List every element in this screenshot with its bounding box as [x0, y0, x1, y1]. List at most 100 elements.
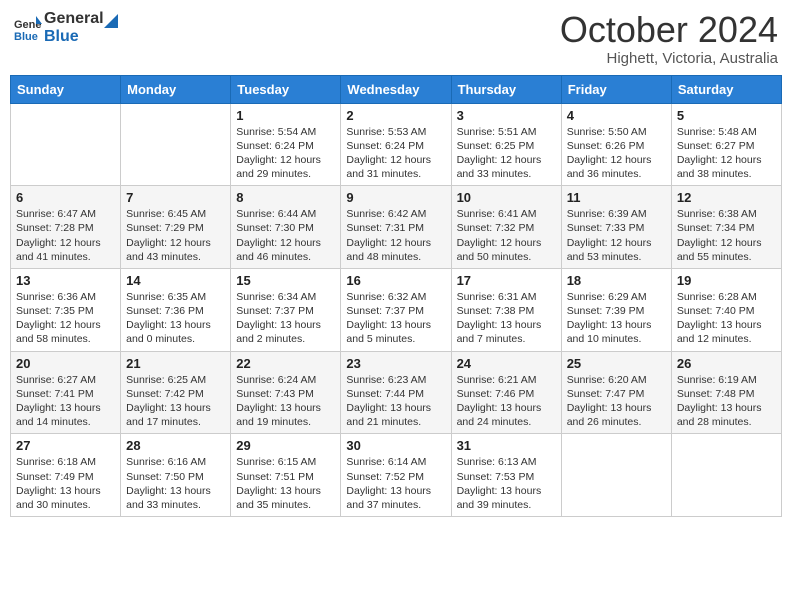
day-info: Sunrise: 6:44 AM Sunset: 7:30 PM Dayligh… — [236, 207, 335, 264]
day-cell: 8 Sunrise: 6:44 AM Sunset: 7:30 PM Daylig… — [231, 186, 341, 269]
day-cell — [121, 103, 231, 186]
day-info: Sunrise: 6:31 AM Sunset: 7:38 PM Dayligh… — [457, 290, 556, 347]
week-row-2: 6 Sunrise: 6:47 AM Sunset: 7:28 PM Daylig… — [11, 186, 782, 269]
day-number: 30 — [346, 438, 445, 453]
day-number: 17 — [457, 273, 556, 288]
day-cell: 5 Sunrise: 5:48 AM Sunset: 6:27 PM Daylig… — [671, 103, 781, 186]
weekday-header-thursday: Thursday — [451, 75, 561, 103]
week-row-1: 1Sunrise: 5:54 AM Sunset: 6:24 PM Daylig… — [11, 103, 782, 186]
day-cell: 7 Sunrise: 6:45 AM Sunset: 7:29 PM Daylig… — [121, 186, 231, 269]
day-cell: 24 Sunrise: 6:21 AM Sunset: 7:46 PM Dayli… — [451, 351, 561, 434]
week-row-4: 20Sunrise: 6:27 AM Sunset: 7:41 PM Dayli… — [11, 351, 782, 434]
day-cell: 10 Sunrise: 6:41 AM Sunset: 7:32 PM Dayli… — [451, 186, 561, 269]
day-info: Sunrise: 5:53 AM Sunset: 6:24 PM Dayligh… — [346, 125, 445, 182]
day-number: 10 — [457, 190, 556, 205]
day-number: 18 — [567, 273, 666, 288]
day-info: Sunrise: 6:47 AM Sunset: 7:28 PM Dayligh… — [16, 207, 115, 264]
day-number: 7 — [126, 190, 225, 205]
day-info: Sunrise: 6:29 AM Sunset: 7:39 PM Dayligh… — [567, 290, 666, 347]
day-info: Sunrise: 6:18 AM Sunset: 7:49 PM Dayligh… — [16, 455, 115, 512]
day-cell — [561, 434, 671, 517]
month-title: October 2024 — [560, 10, 778, 50]
logo-blue: Blue — [44, 28, 104, 46]
day-number: 13 — [16, 273, 115, 288]
day-number: 23 — [346, 356, 445, 371]
logo-icon: General Blue — [14, 14, 42, 42]
weekday-header-wednesday: Wednesday — [341, 75, 451, 103]
day-info: Sunrise: 6:41 AM Sunset: 7:32 PM Dayligh… — [457, 207, 556, 264]
weekday-header-sunday: Sunday — [11, 75, 121, 103]
day-number: 27 — [16, 438, 115, 453]
day-cell: 16Sunrise: 6:32 AM Sunset: 7:37 PM Dayli… — [341, 268, 451, 351]
day-info: Sunrise: 6:25 AM Sunset: 7:42 PM Dayligh… — [126, 373, 225, 430]
day-cell: 17 Sunrise: 6:31 AM Sunset: 7:38 PM Dayli… — [451, 268, 561, 351]
day-number: 22 — [236, 356, 335, 371]
title-block: October 2024 Highett, Victoria, Australi… — [560, 10, 778, 67]
svg-text:Blue: Blue — [14, 31, 38, 42]
day-cell: 1Sunrise: 5:54 AM Sunset: 6:24 PM Daylig… — [231, 103, 341, 186]
day-cell: 22 Sunrise: 6:24 AM Sunset: 7:43 PM Dayli… — [231, 351, 341, 434]
day-info: Sunrise: 6:34 AM Sunset: 7:37 PM Dayligh… — [236, 290, 335, 347]
day-info: Sunrise: 6:38 AM Sunset: 7:34 PM Dayligh… — [677, 207, 776, 264]
day-number: 15 — [236, 273, 335, 288]
day-cell: 30 Sunrise: 6:14 AM Sunset: 7:52 PM Dayli… — [341, 434, 451, 517]
location-subtitle: Highett, Victoria, Australia — [560, 50, 778, 67]
calendar-table: SundayMondayTuesdayWednesdayThursdayFrid… — [10, 75, 782, 517]
day-number: 25 — [567, 356, 666, 371]
day-number: 11 — [567, 190, 666, 205]
day-info: Sunrise: 6:42 AM Sunset: 7:31 PM Dayligh… — [346, 207, 445, 264]
page-header: General Blue General Blue October 2024 H… — [10, 10, 782, 67]
day-info: Sunrise: 6:21 AM Sunset: 7:46 PM Dayligh… — [457, 373, 556, 430]
day-info: Sunrise: 5:48 AM Sunset: 6:27 PM Dayligh… — [677, 125, 776, 182]
day-cell — [671, 434, 781, 517]
day-cell: 20Sunrise: 6:27 AM Sunset: 7:41 PM Dayli… — [11, 351, 121, 434]
day-cell: 6 Sunrise: 6:47 AM Sunset: 7:28 PM Daylig… — [11, 186, 121, 269]
day-number: 31 — [457, 438, 556, 453]
day-cell: 18 Sunrise: 6:29 AM Sunset: 7:39 PM Dayli… — [561, 268, 671, 351]
day-cell: 13 Sunrise: 6:36 AM Sunset: 7:35 PM Dayli… — [11, 268, 121, 351]
week-row-5: 27 Sunrise: 6:18 AM Sunset: 7:49 PM Dayli… — [11, 434, 782, 517]
day-number: 3 — [457, 108, 556, 123]
day-info: Sunrise: 6:14 AM Sunset: 7:52 PM Dayligh… — [346, 455, 445, 512]
logo: General Blue General Blue — [14, 10, 118, 45]
day-info: Sunrise: 6:24 AM Sunset: 7:43 PM Dayligh… — [236, 373, 335, 430]
day-cell: 15 Sunrise: 6:34 AM Sunset: 7:37 PM Dayli… — [231, 268, 341, 351]
day-number: 5 — [677, 108, 776, 123]
day-number: 6 — [16, 190, 115, 205]
day-number: 8 — [236, 190, 335, 205]
day-cell: 4Sunrise: 5:50 AM Sunset: 6:26 PM Daylig… — [561, 103, 671, 186]
weekday-header-friday: Friday — [561, 75, 671, 103]
day-info: Sunrise: 6:27 AM Sunset: 7:41 PM Dayligh… — [16, 373, 115, 430]
day-number: 14 — [126, 273, 225, 288]
day-cell: 3Sunrise: 5:51 AM Sunset: 6:25 PM Daylig… — [451, 103, 561, 186]
day-info: Sunrise: 6:28 AM Sunset: 7:40 PM Dayligh… — [677, 290, 776, 347]
day-cell: 25 Sunrise: 6:20 AM Sunset: 7:47 PM Dayli… — [561, 351, 671, 434]
day-number: 12 — [677, 190, 776, 205]
day-number: 26 — [677, 356, 776, 371]
day-cell: 28Sunrise: 6:16 AM Sunset: 7:50 PM Dayli… — [121, 434, 231, 517]
week-row-3: 13 Sunrise: 6:36 AM Sunset: 7:35 PM Dayli… — [11, 268, 782, 351]
day-number: 28 — [126, 438, 225, 453]
day-info: Sunrise: 6:35 AM Sunset: 7:36 PM Dayligh… — [126, 290, 225, 347]
day-info: Sunrise: 6:19 AM Sunset: 7:48 PM Dayligh… — [677, 373, 776, 430]
day-info: Sunrise: 6:45 AM Sunset: 7:29 PM Dayligh… — [126, 207, 225, 264]
day-cell: 12 Sunrise: 6:38 AM Sunset: 7:34 PM Dayli… — [671, 186, 781, 269]
weekday-header-saturday: Saturday — [671, 75, 781, 103]
day-number: 21 — [126, 356, 225, 371]
logo-general: General — [44, 10, 104, 28]
day-cell: 21 Sunrise: 6:25 AM Sunset: 7:42 PM Dayli… — [121, 351, 231, 434]
day-number: 4 — [567, 108, 666, 123]
day-cell: 9 Sunrise: 6:42 AM Sunset: 7:31 PM Daylig… — [341, 186, 451, 269]
day-cell: 11 Sunrise: 6:39 AM Sunset: 7:33 PM Dayli… — [561, 186, 671, 269]
day-info: Sunrise: 6:39 AM Sunset: 7:33 PM Dayligh… — [567, 207, 666, 264]
day-info: Sunrise: 6:23 AM Sunset: 7:44 PM Dayligh… — [346, 373, 445, 430]
day-number: 24 — [457, 356, 556, 371]
day-info: Sunrise: 6:36 AM Sunset: 7:35 PM Dayligh… — [16, 290, 115, 347]
day-cell: 31Sunrise: 6:13 AM Sunset: 7:53 PM Dayli… — [451, 434, 561, 517]
weekday-header-row: SundayMondayTuesdayWednesdayThursdayFrid… — [11, 75, 782, 103]
day-info: Sunrise: 5:54 AM Sunset: 6:24 PM Dayligh… — [236, 125, 335, 182]
day-info: Sunrise: 6:20 AM Sunset: 7:47 PM Dayligh… — [567, 373, 666, 430]
day-number: 19 — [677, 273, 776, 288]
day-number: 9 — [346, 190, 445, 205]
day-cell: 29Sunrise: 6:15 AM Sunset: 7:51 PM Dayli… — [231, 434, 341, 517]
